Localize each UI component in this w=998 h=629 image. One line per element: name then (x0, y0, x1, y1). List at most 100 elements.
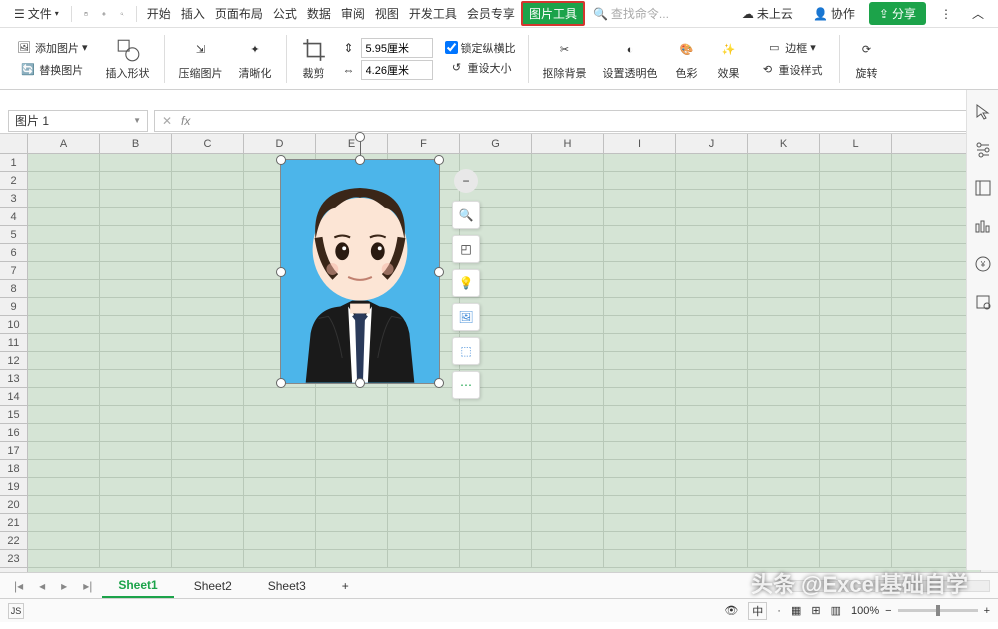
name-box[interactable]: 图片 1▼ (8, 110, 148, 132)
resize-handle-tl[interactable] (276, 155, 286, 165)
sheet-tab-2[interactable]: Sheet2 (178, 575, 248, 597)
eye-icon[interactable]: 👁 (724, 604, 738, 617)
col-header[interactable]: B (100, 134, 172, 153)
row-header[interactable]: 1 (0, 154, 27, 172)
view-normal-icon[interactable]: ▦ (791, 604, 801, 617)
resize-handle-bl[interactable] (276, 378, 286, 388)
row-header[interactable]: 4 (0, 208, 27, 226)
resize-handle-tm[interactable] (355, 155, 365, 165)
sheet-tab-3[interactable]: Sheet3 (252, 575, 322, 597)
zoom-out-icon[interactable]: − (885, 605, 891, 617)
insert-shape-button[interactable]: 插入形状 (100, 35, 156, 83)
tab-view[interactable]: 视图 (371, 2, 403, 25)
row-header[interactable]: 6 (0, 244, 27, 262)
row-header[interactable]: 11 (0, 334, 27, 352)
border-button[interactable]: ▭边框▾ (762, 38, 820, 58)
row-header[interactable]: 23 (0, 550, 27, 568)
collapse-icon[interactable]: ︿ (966, 2, 990, 25)
bulb-tool-icon[interactable]: 💡 (452, 269, 480, 297)
row-header[interactable]: 10 (0, 316, 27, 334)
reset-size-button[interactable]: ↺重设大小 (445, 58, 516, 78)
more-tool-icon[interactable]: ⋯ (452, 371, 480, 399)
cell-area[interactable]: − 🔍 ◰ 💡 🖼 ⬚ ⋯ (28, 154, 980, 572)
col-header[interactable]: I (604, 134, 676, 153)
analyze-tool-icon[interactable] (973, 216, 993, 236)
row-header[interactable]: 22 (0, 532, 27, 550)
width-input[interactable] (361, 60, 433, 80)
cancel-icon[interactable]: ✕ (159, 113, 175, 129)
row-header[interactable]: 18 (0, 460, 27, 478)
row-header[interactable]: 9 (0, 298, 27, 316)
tab-start[interactable]: 开始 (143, 2, 175, 25)
sharpen-button[interactable]: ✦清晰化 (233, 35, 278, 83)
select-tool-icon[interactable] (973, 102, 993, 122)
row-header[interactable]: 13 (0, 370, 27, 388)
select-all-corner[interactable] (0, 134, 28, 154)
collapse-tool-icon[interactable]: − (454, 169, 478, 193)
formula-input-area[interactable]: ✕ fx (154, 110, 990, 132)
row-header[interactable]: 8 (0, 280, 27, 298)
row-header[interactable]: 16 (0, 424, 27, 442)
tab-review[interactable]: 审阅 (337, 2, 369, 25)
col-header[interactable]: A (28, 134, 100, 153)
print-icon[interactable] (96, 6, 112, 22)
command-search[interactable]: 🔍 查找命令... (593, 5, 669, 22)
view-break-icon[interactable]: ▥ (831, 604, 841, 617)
remove-bg-button[interactable]: ✂抠除背景 (537, 35, 593, 83)
col-header[interactable]: E (316, 134, 388, 153)
crop-button[interactable]: 裁剪 (295, 35, 333, 83)
col-header[interactable]: C (172, 134, 244, 153)
zoom-control[interactable]: 100% − + (851, 605, 990, 617)
next-sheet-icon[interactable]: ▸ (55, 577, 73, 595)
compress-button[interactable]: ⇲压缩图片 (173, 35, 229, 83)
col-header[interactable]: D (244, 134, 316, 153)
resize-handle-mr[interactable] (434, 267, 444, 277)
col-header[interactable]: H (532, 134, 604, 153)
js-icon[interactable]: JS (8, 603, 24, 619)
save-icon[interactable] (78, 6, 94, 22)
more-icon[interactable]: ⋮ (934, 4, 958, 24)
row-header[interactable]: 2 (0, 172, 27, 190)
col-header[interactable]: J (676, 134, 748, 153)
extract-tool-icon[interactable]: ⬚ (452, 337, 480, 365)
row-header[interactable]: 12 (0, 352, 27, 370)
row-header[interactable]: 3 (0, 190, 27, 208)
backup-tool-icon[interactable]: ¥ (973, 254, 993, 274)
col-header[interactable]: F (388, 134, 460, 153)
tab-insert[interactable]: 插入 (177, 2, 209, 25)
tab-vip[interactable]: 会员专享 (463, 2, 519, 25)
sheet-tab-1[interactable]: Sheet1 (102, 574, 173, 598)
lock-ratio-checkbox[interactable]: 锁定纵横比 (445, 40, 516, 56)
selected-image[interactable] (280, 159, 440, 384)
zoom-in-icon[interactable]: + (984, 605, 990, 617)
tab-layout[interactable]: 页面布局 (211, 2, 267, 25)
reset-style-button[interactable]: ⟲重设样式 (756, 60, 827, 80)
color-button[interactable]: 🎨色彩 (668, 35, 706, 83)
row-header[interactable]: 5 (0, 226, 27, 244)
last-sheet-icon[interactable]: ▸| (77, 577, 98, 595)
horizontal-scrollbar[interactable] (790, 580, 990, 592)
col-header[interactable]: K (748, 134, 820, 153)
zoom-tool-icon[interactable]: 🔍 (452, 201, 480, 229)
zoom-slider[interactable] (898, 609, 978, 612)
image-tool-icon[interactable]: 🖼 (452, 303, 480, 331)
coop-button[interactable]: 👤协作 (807, 2, 861, 25)
rotate-handle[interactable] (355, 132, 365, 142)
height-input[interactable] (361, 38, 433, 58)
tab-picture-tools[interactable]: 图片工具 (521, 1, 585, 26)
replace-picture-button[interactable]: 🔄替换图片 (16, 60, 87, 80)
prev-sheet-icon[interactable]: ◂ (33, 577, 51, 595)
rotate-button[interactable]: ⟳旋转 (848, 35, 886, 83)
add-sheet-button[interactable]: + (326, 575, 365, 597)
resize-handle-br[interactable] (434, 378, 444, 388)
crop-tool-icon[interactable]: ◰ (452, 235, 480, 263)
first-sheet-icon[interactable]: |◂ (8, 577, 29, 595)
row-header[interactable]: 21 (0, 514, 27, 532)
share-button[interactable]: ⇪分享 (869, 2, 926, 25)
col-header[interactable]: G (460, 134, 532, 153)
resize-handle-ml[interactable] (276, 267, 286, 277)
settings-tool-icon[interactable] (973, 140, 993, 160)
tab-data[interactable]: 数据 (303, 2, 335, 25)
row-header[interactable]: 14 (0, 388, 27, 406)
row-header[interactable]: 17 (0, 442, 27, 460)
